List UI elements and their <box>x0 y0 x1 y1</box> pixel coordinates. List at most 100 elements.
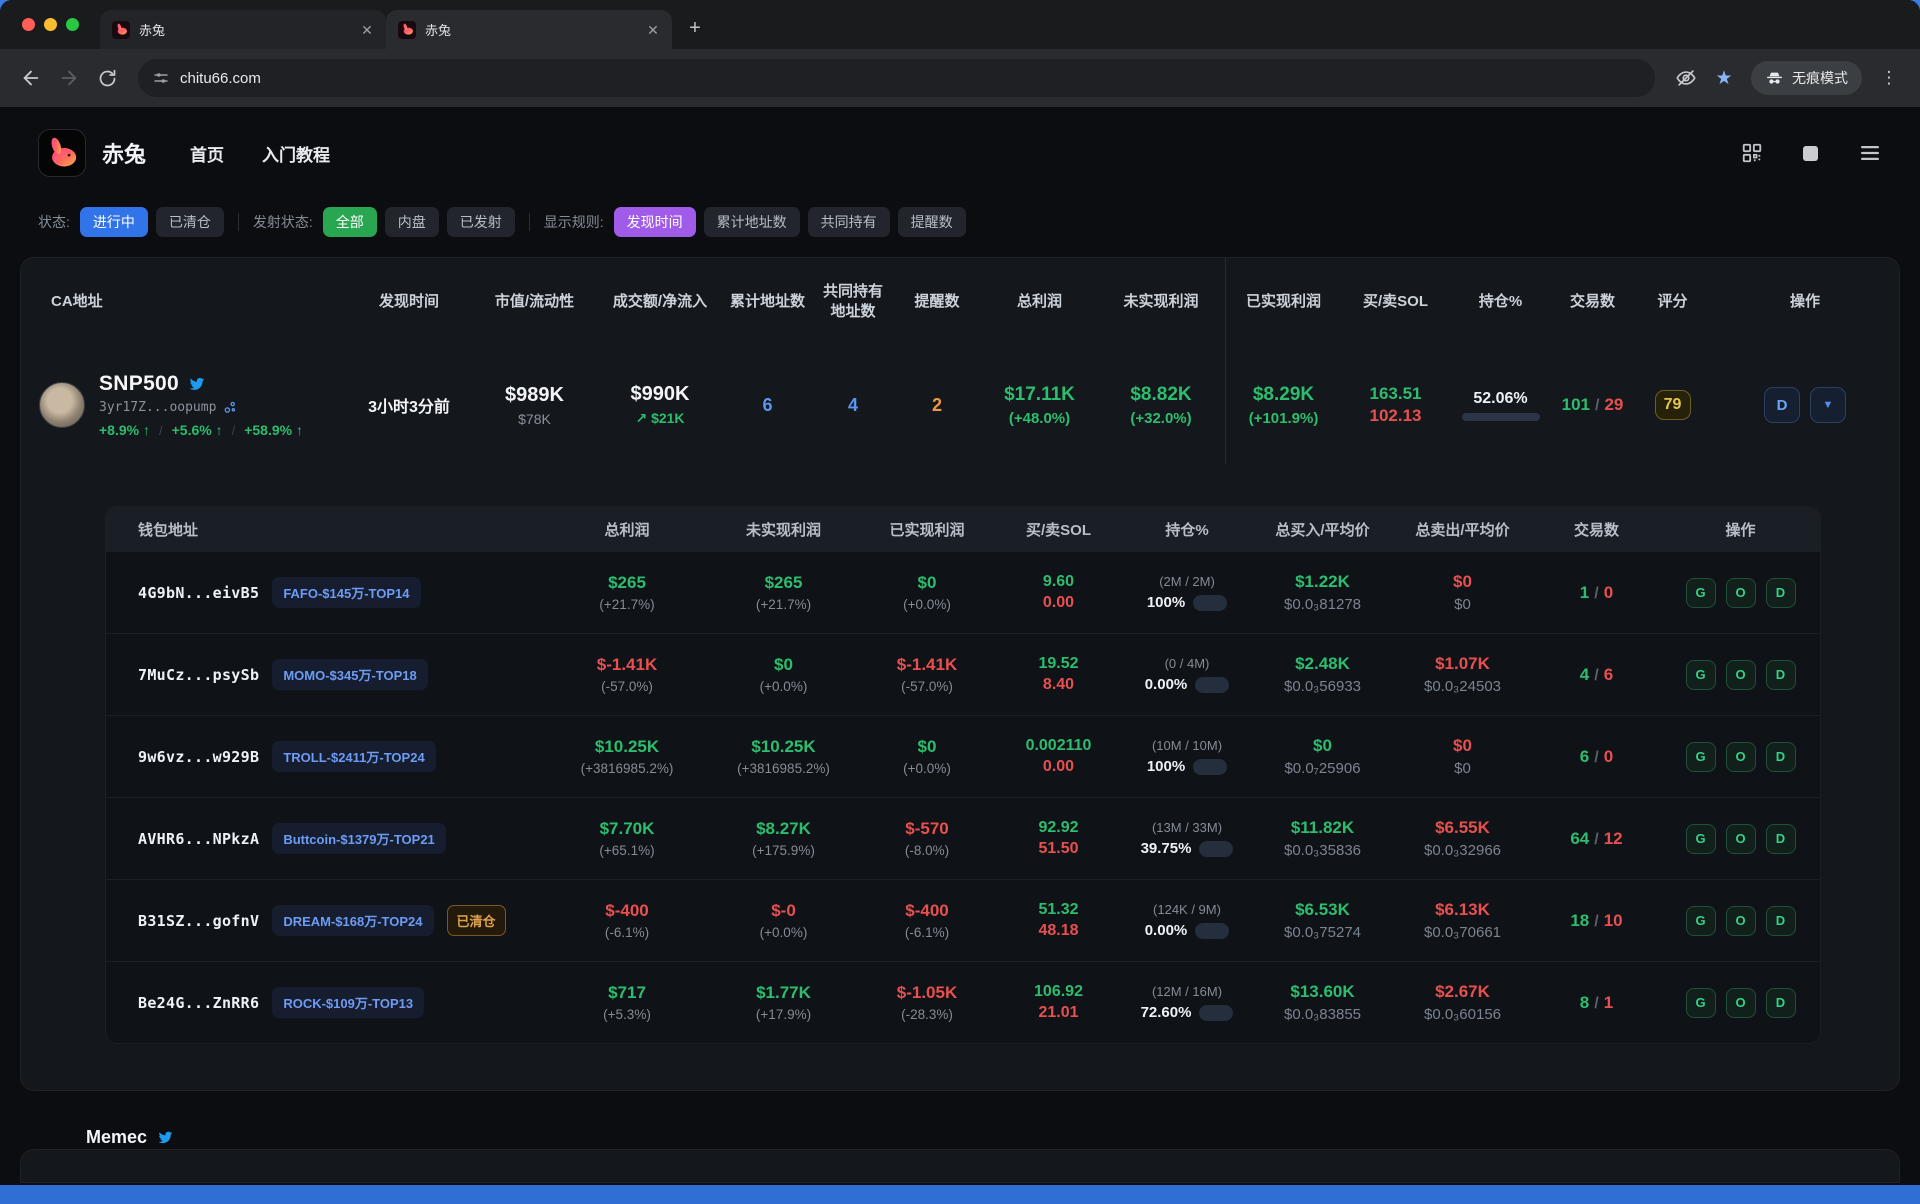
g-button[interactable]: G <box>1686 824 1716 854</box>
buy-total: $6.53K <box>1295 900 1350 919</box>
menu-kebab-icon[interactable]: ⋮ <box>1872 61 1906 95</box>
filter-launch-all[interactable]: 全部 <box>323 207 377 237</box>
qr-code-icon[interactable] <box>1741 142 1763 164</box>
token-tag[interactable]: MOMO-$345万-TOP18 <box>272 659 427 690</box>
d-button[interactable]: D <box>1766 742 1796 772</box>
position-toggle[interactable] <box>1199 1005 1233 1021</box>
nav-tutorial[interactable]: 入门教程 <box>262 141 330 166</box>
realized-profit: $0 <box>918 737 937 756</box>
hamburger-menu-icon[interactable] <box>1858 141 1882 165</box>
g-button[interactable]: G <box>1686 660 1716 690</box>
o-button[interactable]: O <box>1726 988 1756 1018</box>
holding-percent: 72.60% <box>1141 1004 1192 1021</box>
d-button[interactable]: D <box>1766 660 1796 690</box>
token-tag[interactable]: TROLL-$2411万-TOP24 <box>272 741 435 772</box>
browser-tab-active[interactable]: 赤兔 ✕ <box>386 10 672 49</box>
main-header-cell: 持仓% <box>1450 292 1551 312</box>
site-controls-icon[interactable] <box>152 69 170 87</box>
position-toggle[interactable] <box>1193 759 1227 775</box>
divider <box>529 213 530 231</box>
wallet-row[interactable]: B31SZ...gofnV DREAM-$168万-TOP24 已清仓 $-40… <box>106 879 1820 961</box>
o-button[interactable]: O <box>1726 578 1756 608</box>
token-row[interactable]: SNP500 3yr17Z...oopump +8.9% ↑ / +5.6% ↑… <box>21 346 1899 464</box>
tx-counts: 6/0 <box>1532 747 1661 767</box>
reload-button[interactable] <box>90 61 124 95</box>
back-button[interactable] <box>14 61 48 95</box>
collapse-button[interactable]: ▼ <box>1810 387 1846 423</box>
twitter-icon[interactable] <box>157 1129 174 1146</box>
unrealized-profit: $8.82K <box>1130 384 1191 406</box>
position-toggle[interactable] <box>1193 595 1227 611</box>
token-tag[interactable]: Buttcoin-$1379万-TOP21 <box>272 823 445 854</box>
tx-counts: 64/12 <box>1532 829 1661 849</box>
wallet-address[interactable]: Be24G...ZnRR6 <box>138 994 259 1012</box>
o-button[interactable]: O <box>1726 906 1756 936</box>
realized-profit: $8.29K <box>1253 384 1314 406</box>
buy-total: $13.60K <box>1290 982 1354 1001</box>
d-button[interactable]: D <box>1766 906 1796 936</box>
wallet-row[interactable]: 4G9bN...eivB5 FAFO-$145万-TOP14 $265(+21.… <box>106 551 1820 633</box>
o-button[interactable]: O <box>1726 824 1756 854</box>
position-toggle[interactable] <box>1199 841 1233 857</box>
token-address[interactable]: 3yr17Z...oopump <box>99 400 216 415</box>
tx-sell-count: 1 <box>1604 993 1613 1012</box>
main-header-cell: 买/卖SOL <box>1341 292 1450 312</box>
d-button[interactable]: D <box>1766 824 1796 854</box>
main-header-cell: 发现时间 <box>348 292 470 312</box>
filter-rule-cum-addresses[interactable]: 累计地址数 <box>704 207 800 237</box>
nav-home[interactable]: 首页 <box>190 141 224 166</box>
detail-button[interactable]: D <box>1764 387 1800 423</box>
filter-launch-internal[interactable]: 内盘 <box>385 207 439 237</box>
brand-logo[interactable] <box>38 129 86 177</box>
token-tag[interactable]: DREAM-$168万-TOP24 <box>272 905 433 936</box>
next-token-title[interactable]: Memec <box>86 1127 147 1148</box>
filter-rule-found-time[interactable]: 发现时间 <box>614 207 696 237</box>
twitter-icon[interactable] <box>188 375 206 393</box>
window-zoom-button[interactable] <box>66 18 79 31</box>
wallet-address[interactable]: 4G9bN...eivB5 <box>138 584 259 602</box>
new-tab-button[interactable]: + <box>680 14 710 44</box>
filter-status-active[interactable]: 进行中 <box>80 207 148 237</box>
position-toggle[interactable] <box>1195 677 1229 693</box>
forward-button[interactable] <box>52 61 86 95</box>
token-name[interactable]: SNP500 <box>99 372 179 396</box>
tab-close-icon[interactable]: ✕ <box>644 21 662 39</box>
filter-launch-launched[interactable]: 已发射 <box>447 207 515 237</box>
wallet-header-cell: 买/卖SOL <box>995 519 1122 540</box>
wallet-row[interactable]: 9w6vz...w929B TROLL-$2411万-TOP24 $10.25K… <box>106 715 1820 797</box>
wallet-address[interactable]: B31SZ...gofnV <box>138 912 259 930</box>
window-minimize-button[interactable] <box>44 18 57 31</box>
token-tag[interactable]: ROCK-$109万-TOP13 <box>272 987 424 1018</box>
eye-off-icon[interactable] <box>1669 61 1703 95</box>
token-tag[interactable]: FAFO-$145万-TOP14 <box>272 577 420 608</box>
wallet-row[interactable]: AVHR6...NPkzA Buttcoin-$1379万-TOP21 $7.7… <box>106 797 1820 879</box>
g-button[interactable]: G <box>1686 578 1716 608</box>
unrealized-profit: $8.27K <box>756 819 811 838</box>
window-close-button[interactable] <box>22 18 35 31</box>
g-button[interactable]: G <box>1686 988 1716 1018</box>
filter-status-cleared[interactable]: 已清仓 <box>156 207 224 237</box>
wallet-row[interactable]: 7MuCz...psySb MOMO-$345万-TOP18 $-1.41K(-… <box>106 633 1820 715</box>
g-button[interactable]: G <box>1686 906 1716 936</box>
bubble-map-icon[interactable] <box>223 400 238 415</box>
wallet-address[interactable]: 7MuCz...psySb <box>138 666 259 684</box>
d-button[interactable]: D <box>1766 578 1796 608</box>
position-toggle[interactable] <box>1195 923 1229 939</box>
url-text[interactable]: chitu66.com <box>180 70 261 87</box>
wallet-header-cell: 已实现利润 <box>859 519 995 540</box>
wallet-row[interactable]: Be24G...ZnRR6 ROCK-$109万-TOP13 $717(+5.3… <box>106 961 1820 1043</box>
url-bar[interactable]: chitu66.com <box>138 59 1655 97</box>
stop-square-icon[interactable] <box>1803 146 1818 161</box>
d-button[interactable]: D <box>1766 988 1796 1018</box>
token-avatar[interactable] <box>39 382 85 428</box>
filter-rule-alerts[interactable]: 提醒数 <box>898 207 966 237</box>
wallet-address[interactable]: 9w6vz...w929B <box>138 748 259 766</box>
filter-rule-common-hold[interactable]: 共同持有 <box>808 207 890 237</box>
browser-tab[interactable]: 赤兔 ✕ <box>100 10 386 49</box>
g-button[interactable]: G <box>1686 742 1716 772</box>
wallet-address[interactable]: AVHR6...NPkzA <box>138 830 259 848</box>
o-button[interactable]: O <box>1726 742 1756 772</box>
bookmark-star-icon[interactable]: ★ <box>1707 61 1741 95</box>
o-button[interactable]: O <box>1726 660 1756 690</box>
tab-close-icon[interactable]: ✕ <box>358 21 376 39</box>
